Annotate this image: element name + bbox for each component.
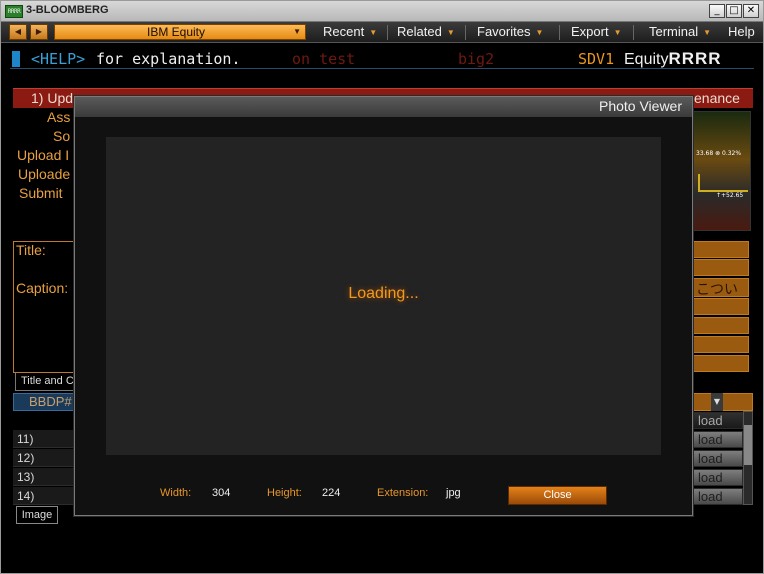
title-label: Title: — [16, 242, 46, 258]
help-key-hint: <HELP> — [31, 50, 86, 68]
row-number: 11) — [17, 432, 34, 446]
row-number: 13) — [17, 470, 35, 484]
title-caption-box — [13, 241, 77, 373]
thumb-text: ↑+52.65 — [716, 192, 744, 199]
command-line[interactable]: <HELP> for explanation. on test big2 SDV… — [10, 49, 754, 69]
chevron-down-icon: ▼ — [293, 27, 301, 36]
caption-field-bg[interactable]: こつい — [693, 278, 749, 298]
menu-terminal[interactable]: Terminal ▼ — [649, 24, 711, 40]
bg-label: Submit — [19, 185, 63, 201]
tab-title-and-caption[interactable]: Title and C — [21, 375, 74, 387]
menu-divider — [465, 25, 466, 40]
menu-help[interactable]: Help — [728, 24, 755, 40]
bloomberg-window: RRRR 3-BLOOMBERG _ □ ✕ ◀ ▶ IBM Equity ▼ … — [0, 0, 764, 574]
caption-label: Caption: — [16, 280, 69, 296]
minimize-button[interactable]: _ — [709, 4, 725, 18]
upload-button[interactable]: load — [691, 469, 743, 486]
close-button[interactable]: Close — [508, 486, 607, 505]
extension-label: Extension: — [377, 487, 429, 499]
upload-button[interactable]: load — [691, 412, 743, 429]
menu-favorites[interactable]: Favorites ▼ — [477, 24, 543, 40]
field-bg — [693, 298, 749, 315]
chevron-down-icon: ▼ — [446, 28, 455, 37]
menu-export-label: Export — [571, 24, 609, 39]
thumb-text: 33.68 ⊗ 0.32% — [696, 150, 742, 157]
photo-thumbnail[interactable]: 33.68 ⊗ 0.32% ↑+52.65 — [693, 111, 751, 231]
maximize-button[interactable]: □ — [726, 4, 742, 18]
field-bg — [693, 336, 749, 353]
field-bg — [693, 259, 749, 276]
ticker-prefix: Equity — [624, 51, 669, 68]
bg-label: Uploade — [18, 166, 71, 182]
tab-image[interactable]: Image — [16, 506, 58, 524]
menu-related-label: Related — [397, 24, 442, 39]
menu-recent[interactable]: Recent ▼ — [323, 24, 377, 40]
menu-export[interactable]: Export ▼ — [571, 24, 622, 40]
title-field-bg[interactable] — [693, 241, 749, 258]
menu-recent-label: Recent — [323, 24, 365, 39]
bg-label: So — [53, 128, 71, 144]
close-window-button[interactable]: ✕ — [743, 4, 759, 18]
upload-button[interactable]: load — [691, 488, 743, 505]
command-ghost-text: on test — [292, 50, 356, 68]
width-value: 304 — [212, 487, 231, 499]
table-header-bbdp: BBDP# — [29, 394, 72, 409]
chevron-down-icon: ▼ — [613, 28, 622, 37]
thumb-chart — [698, 174, 748, 192]
height-value: 224 — [322, 487, 341, 499]
security-selector[interactable]: IBM Equity ▼ — [54, 24, 306, 40]
menu-divider — [633, 25, 634, 40]
menu-divider — [559, 25, 560, 40]
ticker-suffix: RRRR — [668, 49, 722, 68]
chevron-down-icon: ▼ — [535, 28, 544, 37]
function-code: SDV1 — [578, 50, 615, 68]
chevron-down-icon[interactable]: ▼ — [711, 393, 723, 411]
window-titlebar: RRRR 3-BLOOMBERG _ □ ✕ — [1, 1, 763, 22]
dialog-titlebar[interactable]: Photo Viewer — [75, 97, 692, 117]
tab-update[interactable]: 1) Upd — [31, 90, 73, 106]
security-ticker: EquityRRRR — [624, 49, 722, 70]
bloomberg-logo-icon: RRRR — [5, 5, 23, 18]
menu-divider — [387, 25, 388, 40]
photo-viewer-dialog: Photo Viewer Loading... Width: 304 Heigh… — [74, 96, 693, 516]
menu-bar: ◀ ▶ IBM Equity ▼ Recent ▼ Related ▼ Favori… — [1, 22, 763, 43]
field-bg — [693, 317, 749, 334]
command-cursor — [12, 51, 20, 67]
field-bg — [693, 355, 749, 372]
tab-maintenance[interactable]: enance — [694, 90, 740, 106]
loading-indicator: Loading... — [348, 285, 419, 302]
command-ghost-text: big2 — [458, 50, 495, 68]
upload-button[interactable]: load — [691, 450, 743, 467]
bg-label: Upload I — [17, 147, 70, 163]
back-arrow-icon[interactable]: ◀ — [9, 24, 27, 40]
photo-preview-area: Loading... — [106, 137, 661, 455]
width-label: Width: — [160, 487, 192, 499]
window-title: 3-BLOOMBERG — [26, 4, 109, 16]
menu-favorites-label: Favorites — [477, 24, 531, 39]
menu-terminal-label: Terminal — [649, 24, 699, 39]
row-number: 12) — [17, 451, 35, 465]
extension-value: jpg — [446, 487, 461, 499]
dialog-title: Photo Viewer — [598, 98, 682, 114]
scrollbar-thumb[interactable] — [744, 425, 752, 465]
forward-arrow-icon[interactable]: ▶ — [30, 24, 48, 40]
security-value: IBM Equity — [147, 25, 206, 39]
menu-related[interactable]: Related ▼ — [397, 24, 455, 40]
row-number: 14) — [17, 489, 35, 503]
chevron-down-icon: ▼ — [703, 28, 712, 37]
height-label: Height: — [267, 487, 302, 499]
help-hint-text: for explanation. — [96, 50, 241, 68]
bg-label: Ass — [47, 109, 71, 125]
upload-button[interactable]: load — [691, 431, 743, 448]
chevron-down-icon: ▼ — [369, 28, 378, 37]
